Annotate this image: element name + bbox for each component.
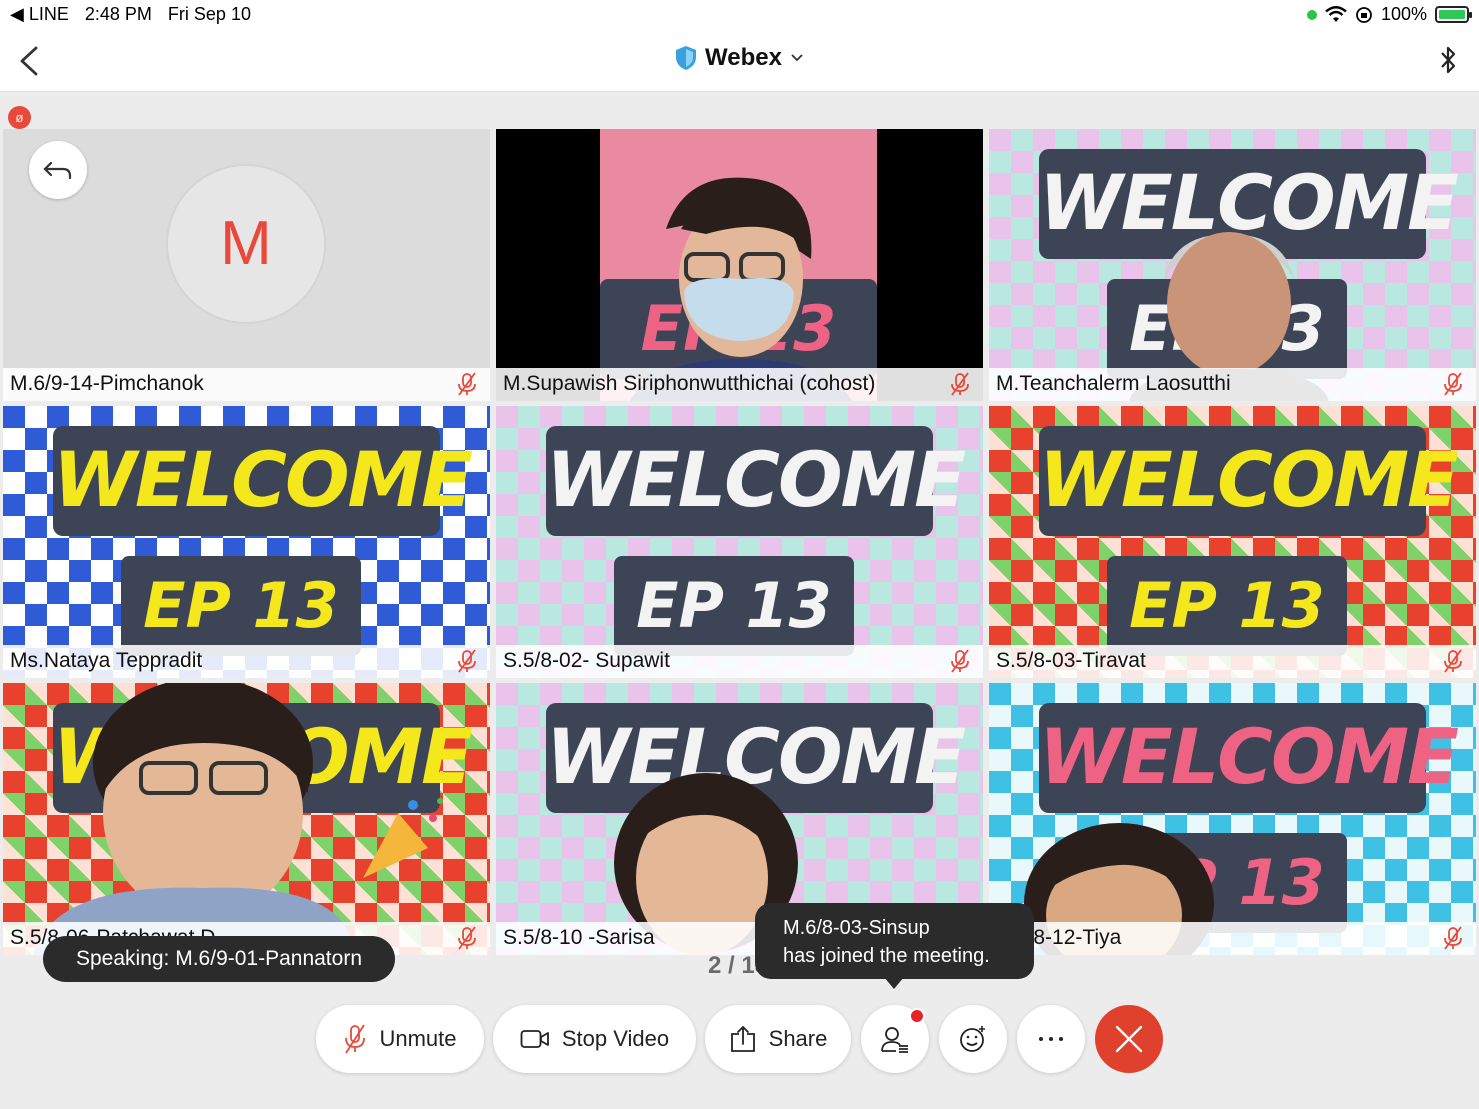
background-sign: WELCOME — [546, 426, 966, 536]
notification-badge — [909, 1008, 925, 1024]
participant-video — [629, 177, 853, 401]
muted-mic-icon — [345, 1024, 366, 1054]
battery-percent: 100% — [1380, 4, 1427, 24]
participant-joined-toast: M.6/8-03-Sinsup has joined the meeting. — [755, 903, 1034, 979]
stop-video-button[interactable]: Stop Video — [493, 1005, 696, 1073]
muted-mic-icon — [1444, 926, 1462, 950]
participant-name: S.5/8-02- Supawit — [503, 649, 670, 672]
participant-name-bar: S.5/8-03-Tiravat — [989, 645, 1476, 678]
participant-tile[interactable]: M M.6/9-14-Pimchanok — [3, 129, 490, 401]
background-sign: EP 13 — [1107, 556, 1347, 656]
participant-tile[interactable]: WELCOME EP 13 M.Teanchalerm Laosutthi — [989, 129, 1476, 401]
participant-tile[interactable]: WELCOME EP 13 S.5/8-12-Tiya — [989, 683, 1476, 955]
status-date: Fri Sep 10 — [167, 4, 251, 24]
muted-mic-icon — [951, 372, 969, 396]
background-sign: WELCOME — [1039, 703, 1459, 813]
muted-mic-icon — [458, 649, 476, 673]
toast-participant: M.6/8-03-Sinsup — [783, 917, 930, 939]
participant-name-bar: M.Supawish Siriphonwutthichai (cohost) — [496, 368, 983, 401]
muted-mic-icon — [458, 926, 476, 950]
more-icon — [1039, 1037, 1063, 1041]
bluetooth-icon[interactable] — [1433, 42, 1463, 80]
leave-meeting-button[interactable] — [1095, 1005, 1163, 1073]
status-time: 2:48 PM — [84, 4, 152, 24]
meeting-header: Webex — [0, 30, 1479, 92]
background-sign: WELCOME — [53, 426, 473, 536]
party-popper-icon — [363, 798, 443, 878]
participant-tile[interactable]: WELCOME S.5/8-06-Patchawat D. — [3, 683, 490, 955]
participant-name-bar: S.5/8-12-Tiya — [989, 922, 1476, 955]
orientation-lock-icon — [1356, 6, 1372, 23]
participant-name: M.Teanchalerm Laosutthi — [996, 372, 1231, 395]
unmute-label: Unmute — [379, 1026, 457, 1051]
background-sign: EP 13 — [614, 556, 854, 656]
camera-in-use-indicator — [1306, 9, 1317, 20]
active-speaker-banner: Speaking: M.6/9-01-Pannatorn — [43, 936, 395, 982]
participant-tile[interactable]: WELCOME EP 13 S.5/8-03-Tiravat — [989, 406, 1476, 678]
chevron-down-icon — [791, 54, 803, 62]
share-button[interactable]: Share — [705, 1005, 851, 1073]
shield-icon — [676, 46, 697, 70]
stop-video-label: Stop Video — [561, 1026, 670, 1051]
wifi-icon — [1325, 5, 1347, 22]
toast-message: has joined the meeting. — [783, 945, 990, 967]
participant-name-bar: Ms.Nataya Teppradit — [3, 645, 490, 678]
participant-name: S.5/8-10 -Sarisa — [503, 926, 655, 949]
toast-pointer — [884, 977, 904, 989]
participant-tile[interactable]: WELCOME EP 13 Ms.Nataya Teppradit — [3, 406, 490, 678]
battery-icon — [1435, 6, 1472, 23]
meeting-title-dropdown[interactable]: Webex — [0, 44, 1479, 72]
muted-mic-icon — [1444, 372, 1462, 396]
participant-tile[interactable]: WELCOME EP 13 S.5/8-02- Supawit — [496, 406, 983, 678]
participant-name-bar: S.5/8-02- Supawit — [496, 645, 983, 678]
video-camera-icon — [520, 1030, 549, 1048]
participant-name-bar: M.Teanchalerm Laosutthi — [989, 368, 1476, 401]
participant-video — [33, 683, 353, 955]
back-to-app-link[interactable]: ◀ LINE — [10, 4, 69, 25]
participant-name: S.5/8-03-Tiravat — [996, 649, 1146, 672]
participant-name: M.Supawish Siriphonwutthichai (cohost) — [503, 372, 876, 395]
background-sign: EP 13 — [121, 556, 361, 656]
participant-name: M.6/9-14-Pimchanok — [10, 372, 204, 395]
muted-mic-icon — [951, 649, 969, 673]
reactions-button[interactable] — [939, 1005, 1007, 1073]
participant-name-bar: M.6/9-14-Pimchanok — [3, 368, 490, 401]
more-options-button[interactable] — [1017, 1005, 1085, 1073]
avatar: M — [166, 164, 326, 324]
status-bar: ◀ LINE 2:48 PM Fri Sep 10 100% — [0, 0, 1479, 30]
home-indicator-area — [0, 1098, 1479, 1109]
close-icon — [1115, 1025, 1143, 1053]
muted-status-icon: ø — [8, 106, 31, 129]
emoji-icon — [960, 1026, 985, 1052]
participants-icon — [881, 1027, 908, 1053]
share-icon — [730, 1026, 755, 1052]
reply-arrow-icon[interactable] — [29, 141, 87, 199]
unmute-button[interactable]: Unmute — [316, 1005, 484, 1073]
share-label: Share — [768, 1026, 828, 1051]
muted-mic-icon — [1444, 649, 1462, 673]
background-sign: WELCOME — [1039, 426, 1459, 536]
participant-name: Ms.Nataya Teppradit — [10, 649, 203, 672]
meeting-title: Webex — [705, 44, 782, 71]
muted-mic-icon — [458, 372, 476, 396]
participant-tile[interactable]: EP 13 M.Supawish Siriphonwutthichai (coh… — [496, 129, 983, 401]
